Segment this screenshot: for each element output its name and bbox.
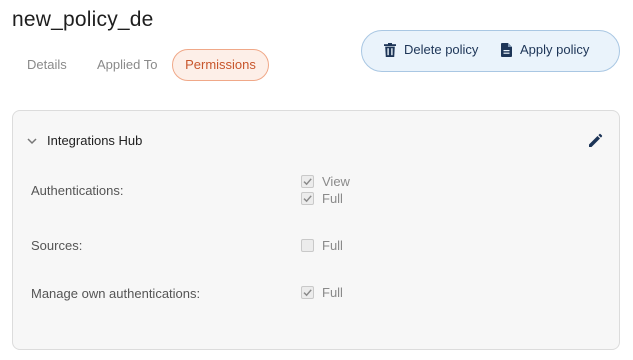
tab-permissions[interactable]: Permissions <box>172 49 269 81</box>
permission-label-authentications: Authentications: <box>31 183 124 198</box>
check-icon <box>303 289 312 297</box>
checkbox[interactable] <box>301 175 314 188</box>
pencil-icon <box>589 133 603 147</box>
checkbox-manage-own-full[interactable]: Full <box>301 284 343 301</box>
tab-applied-to[interactable]: Applied To <box>97 50 157 80</box>
check-icon <box>303 195 312 203</box>
apply-policy-label: Apply policy <box>520 42 590 57</box>
delete-policy-button[interactable]: Delete policy <box>384 42 478 57</box>
edit-button[interactable] <box>587 133 603 154</box>
checkbox-sources-full[interactable]: Full <box>301 237 343 254</box>
permission-label-sources: Sources: <box>31 238 83 253</box>
checkbox-label: Full <box>322 285 343 300</box>
permissions-panel: Integrations Hub Authentications: View F… <box>12 110 620 350</box>
checkbox-label: View <box>322 174 350 189</box>
policy-actions-bar: Delete policy Apply policy <box>361 30 620 72</box>
checkbox-authentications-full[interactable]: Full <box>301 190 343 207</box>
permission-label-manage-own-authentications: Manage own authentications: <box>31 286 201 301</box>
checkbox-label: Full <box>322 238 343 253</box>
apply-policy-button[interactable]: Apply policy <box>501 42 589 57</box>
section-title: Integrations Hub <box>47 133 143 148</box>
checkbox-label: Full <box>322 191 343 206</box>
page-title: new_policy_de <box>12 8 154 31</box>
checkbox-authentications-view[interactable]: View <box>301 173 350 190</box>
tab-details[interactable]: Details <box>27 50 67 80</box>
section-toggle[interactable]: Integrations Hub <box>27 133 142 148</box>
trash-icon <box>384 42 396 57</box>
checkbox[interactable] <box>301 192 314 205</box>
checkbox[interactable] <box>301 239 314 252</box>
check-icon <box>303 178 312 186</box>
chevron-down-icon <box>27 137 37 144</box>
document-icon <box>501 42 512 57</box>
checkbox[interactable] <box>301 286 314 299</box>
delete-policy-label: Delete policy <box>404 42 479 57</box>
